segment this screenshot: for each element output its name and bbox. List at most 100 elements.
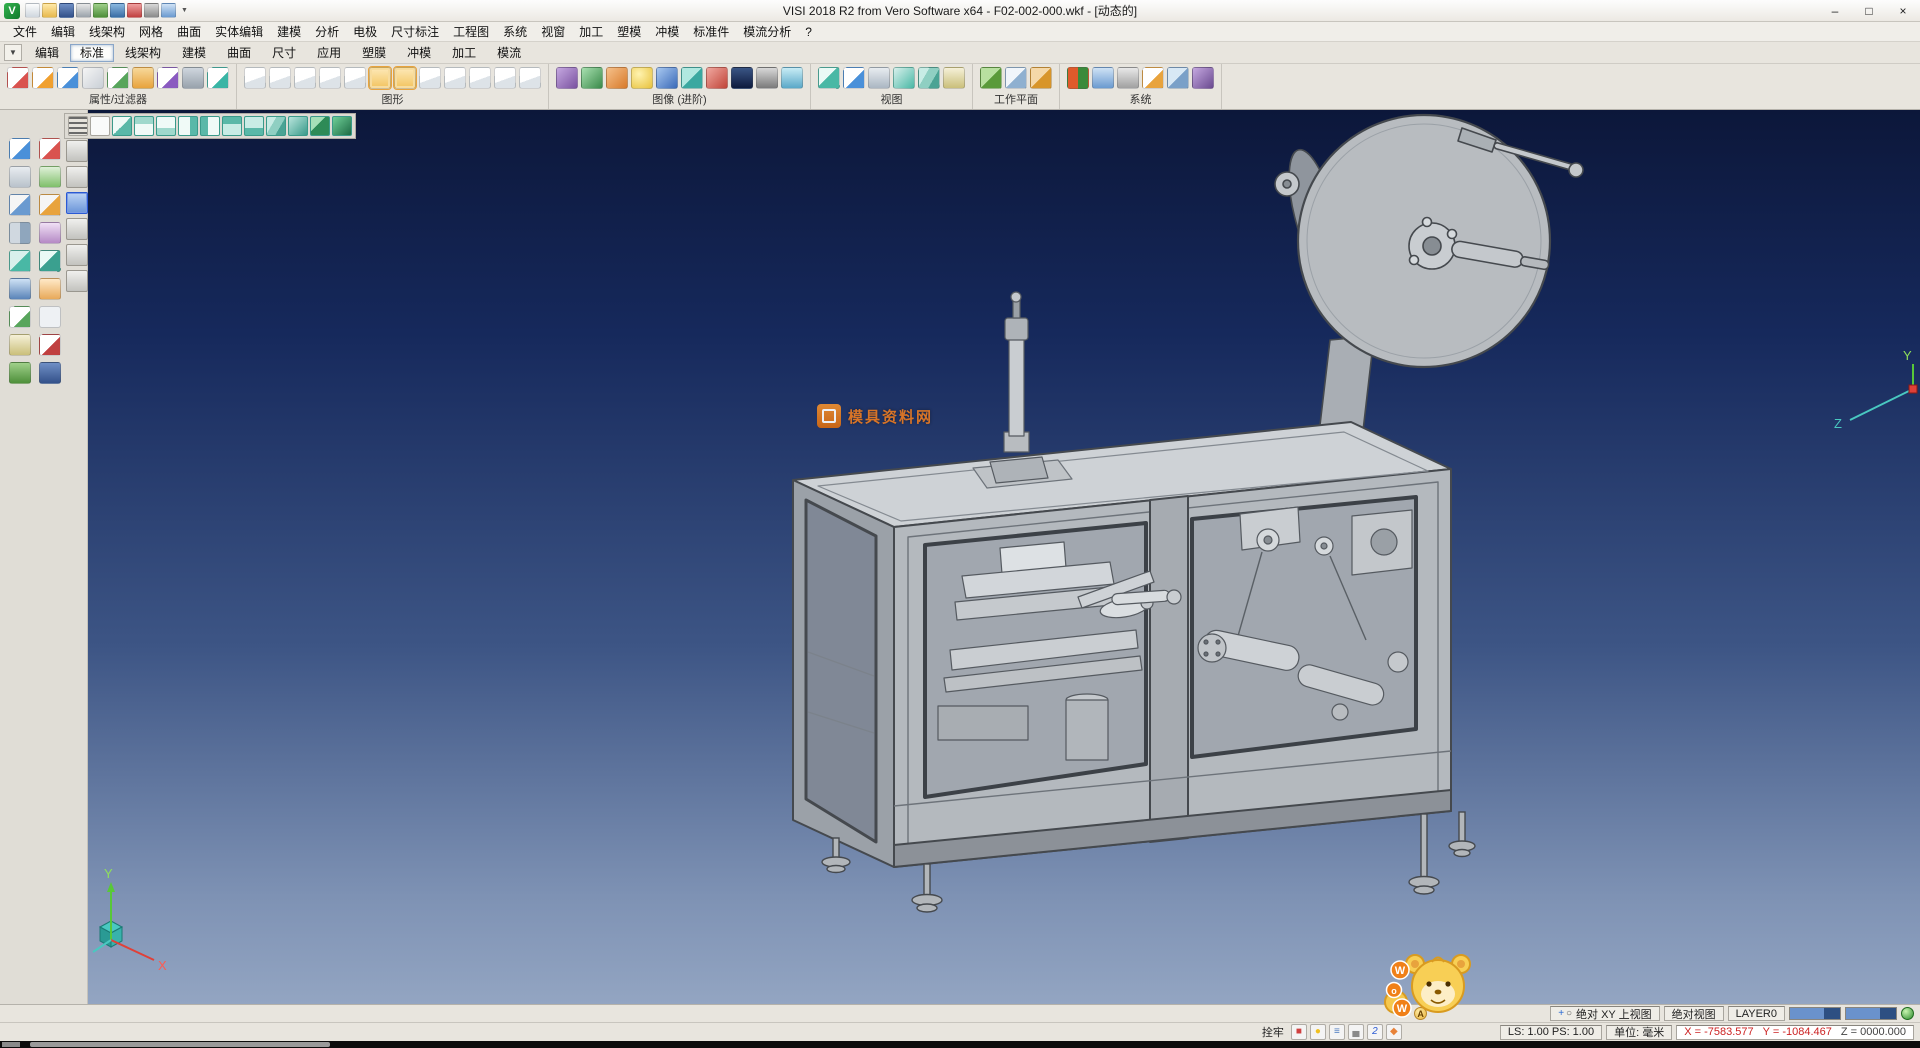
menu-item[interactable]: 网格: [132, 23, 170, 40]
previous-zoom-icon[interactable]: [66, 270, 88, 292]
selection-filter-icon[interactable]: [82, 67, 104, 89]
point-tool-icon[interactable]: [39, 306, 61, 328]
dynamic-rotate-icon[interactable]: [66, 140, 88, 162]
background-icon[interactable]: [731, 67, 753, 89]
menu-item[interactable]: ?: [798, 25, 819, 39]
view-cube-icon[interactable]: [918, 67, 940, 89]
units-indicator[interactable]: 单位: 毫米: [1606, 1025, 1672, 1040]
workflow-tab[interactable]: 加工: [442, 44, 486, 62]
line-icon[interactable]: [269, 67, 291, 89]
viewport-3d[interactable]: Y X Y Z: [88, 110, 1920, 1004]
attribute-paint-icon[interactable]: [132, 67, 154, 89]
display-options-icon[interactable]: [1092, 67, 1114, 89]
menu-item[interactable]: 线架构: [82, 23, 132, 40]
menu-item[interactable]: 编辑: [44, 23, 82, 40]
entity-filter-icon[interactable]: [57, 67, 79, 89]
menu-item[interactable]: 建模: [270, 23, 308, 40]
absolute-view-indicator[interactable]: 绝对视图: [1664, 1006, 1724, 1021]
arc-icon[interactable]: [344, 67, 366, 89]
lock-filter-icon[interactable]: [182, 67, 204, 89]
sphere-icon[interactable]: [444, 67, 466, 89]
torus-icon[interactable]: [469, 67, 491, 89]
curve-tool-icon[interactable]: [9, 306, 31, 328]
menu-item[interactable]: 冲模: [648, 23, 686, 40]
workflow-tab[interactable]: 编辑: [25, 44, 69, 62]
bottom-view-icon[interactable]: [244, 116, 264, 136]
grid-settings-icon[interactable]: [1167, 67, 1189, 89]
save-tool-icon[interactable]: [39, 362, 61, 384]
menu-item[interactable]: 工程图: [446, 23, 496, 40]
menu-item[interactable]: 电极: [346, 23, 384, 40]
polyline-icon[interactable]: [294, 67, 316, 89]
zoom-window-tool-icon[interactable]: [66, 218, 88, 240]
snap-tool-icon[interactable]: [39, 166, 61, 188]
point-icon[interactable]: [244, 67, 266, 89]
pan-tool-icon[interactable]: [9, 166, 31, 188]
lighting-icon[interactable]: [631, 67, 653, 89]
scale-tool-icon[interactable]: [39, 222, 61, 244]
extrude-icon[interactable]: [494, 67, 516, 89]
dimension-tool-icon[interactable]: [9, 334, 31, 356]
menu-item[interactable]: 曲面: [170, 23, 208, 40]
menu-item[interactable]: 塑模: [610, 23, 648, 40]
color-filter-icon[interactable]: [7, 67, 29, 89]
menu-item[interactable]: 分析: [308, 23, 346, 40]
close-button[interactable]: ×: [1886, 0, 1920, 21]
database-icon[interactable]: [1117, 67, 1139, 89]
named-view-icon[interactable]: [943, 67, 965, 89]
print-icon[interactable]: [76, 3, 91, 18]
delete-tool-icon[interactable]: [39, 138, 61, 160]
attribute-copy-icon[interactable]: [107, 67, 129, 89]
right-view-icon[interactable]: [178, 116, 198, 136]
top-view-icon[interactable]: [134, 116, 154, 136]
axonometric-view-icon[interactable]: [266, 116, 286, 136]
rendered-view-icon[interactable]: [332, 116, 352, 136]
dynamic-pan-icon[interactable]: [66, 166, 88, 188]
box-icon[interactable]: [394, 67, 416, 89]
menu-item[interactable]: 文件: [6, 23, 44, 40]
minimize-button[interactable]: –: [1818, 0, 1852, 21]
erase-tool-icon[interactable]: [39, 334, 61, 356]
menu-item[interactable]: 系统: [496, 23, 534, 40]
menu-item[interactable]: 实体编辑: [208, 23, 270, 40]
maximize-button[interactable]: □: [1852, 0, 1886, 21]
iso-view-icon[interactable]: [112, 116, 132, 136]
pan-view-icon[interactable]: [868, 67, 890, 89]
workplane-tool-icon[interactable]: [9, 250, 31, 272]
layer-indicator[interactable]: LAYER0: [1728, 1006, 1785, 1021]
solid-mode-icon[interactable]: [9, 278, 31, 300]
profile-icon[interactable]: [519, 67, 541, 89]
workflow-tab[interactable]: 冲模: [397, 44, 441, 62]
machine-3d-scene[interactable]: Y X Y Z: [88, 110, 1920, 1004]
mirror-tool-icon[interactable]: [9, 222, 31, 244]
left-view-icon[interactable]: [200, 116, 220, 136]
workflow-tab[interactable]: 标准: [70, 44, 114, 62]
transparency-icon[interactable]: [681, 67, 703, 89]
horizontal-scrollbar-thumb[interactable]: [30, 1042, 330, 1047]
shading-icon[interactable]: [556, 67, 578, 89]
zoom-tool-icon[interactable]: [9, 138, 31, 160]
lock-toggle[interactable]: 拴牢: [1259, 1024, 1287, 1040]
open-file-icon[interactable]: [42, 3, 57, 18]
zoom-window-icon[interactable]: [843, 67, 865, 89]
cone-icon[interactable]: [419, 67, 441, 89]
save-file-icon[interactable]: [59, 3, 74, 18]
performance-icon[interactable]: [1192, 67, 1214, 89]
menu-item[interactable]: 视窗: [534, 23, 572, 40]
workplane-indicator-icon[interactable]: ◆: [1386, 1024, 1402, 1040]
workplane-grid-icon[interactable]: [980, 67, 1002, 89]
view-menu-icon[interactable]: [68, 116, 88, 136]
view-mode-indicator[interactable]: +○ 绝对 XY 上视图: [1550, 1006, 1659, 1021]
undo-icon[interactable]: [93, 3, 108, 18]
move-tool-icon[interactable]: [9, 194, 31, 216]
workflow-tab[interactable]: 应用: [307, 44, 351, 62]
layers-indicator-icon[interactable]: ≡: [1329, 1024, 1345, 1040]
tab-dropdown-caret[interactable]: ▼: [4, 44, 22, 61]
render-icon[interactable]: [581, 67, 603, 89]
dynamic-zoom-icon[interactable]: [66, 192, 88, 214]
zoom-extents-icon[interactable]: [818, 67, 840, 89]
new-file-icon[interactable]: [25, 3, 40, 18]
menu-item[interactable]: 模流分析: [736, 23, 798, 40]
status-sphere-icon[interactable]: [1901, 1007, 1914, 1020]
reflection-icon[interactable]: [781, 67, 803, 89]
